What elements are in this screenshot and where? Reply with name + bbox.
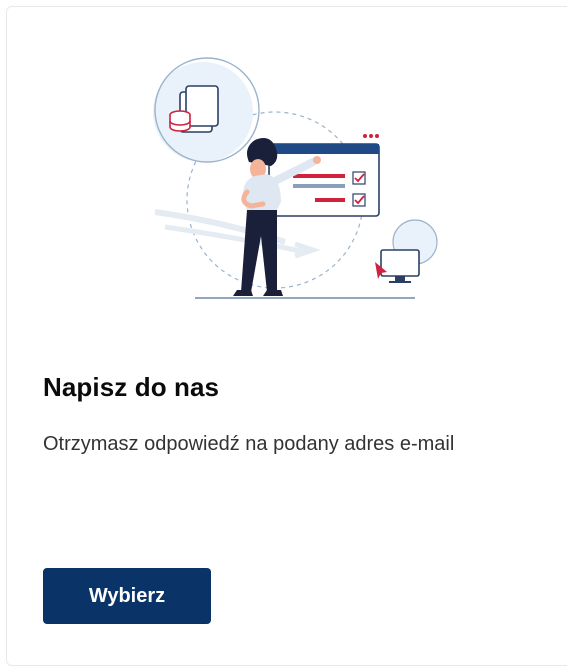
person-presenting-illustration	[153, 57, 438, 299]
monitor-cursor-icon	[375, 219, 438, 283]
card-description: Otrzymasz odpowiedź na podany adres e-ma…	[43, 433, 455, 455]
card-title: Napisz do nas	[43, 372, 220, 402]
contact-card: Napisz do nas Otrzymasz odpowiedź na pod…	[6, 6, 567, 666]
select-button[interactable]: Wybierz	[43, 568, 211, 624]
document-database-icon	[153, 57, 260, 163]
